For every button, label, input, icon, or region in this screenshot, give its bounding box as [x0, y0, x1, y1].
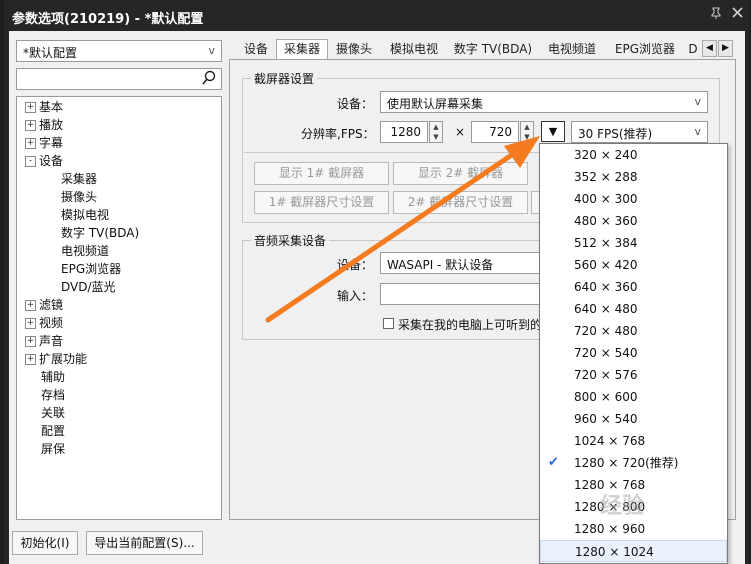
annotation-arrow-icon — [265, 136, 540, 323]
